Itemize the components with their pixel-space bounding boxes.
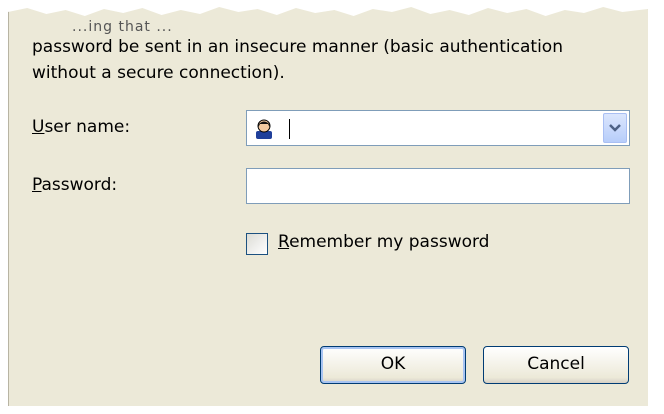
warning-message: ...ing that ... password be sent in an i…: [32, 14, 642, 86]
username-label: User name:: [32, 117, 131, 137]
ok-button[interactable]: OK: [320, 346, 466, 384]
password-field[interactable]: [246, 168, 630, 204]
text-caret: [289, 119, 290, 139]
username-combobox[interactable]: [246, 110, 630, 146]
auth-dialog: ...ing that ... password be sent in an i…: [8, 7, 648, 406]
remember-password-label[interactable]: Remember my password: [278, 232, 489, 252]
warning-message-line2: without a secure connection).: [32, 63, 285, 83]
dropdown-button[interactable]: [603, 113, 627, 143]
chevron-down-icon: [609, 124, 621, 132]
user-icon: [256, 119, 272, 139]
remember-password-checkbox[interactable]: [246, 233, 268, 255]
warning-message-line1: password be sent in an insecure manner (…: [32, 37, 563, 57]
password-label: Password:: [32, 175, 118, 195]
warning-message-line0: ...ing that ...: [72, 19, 173, 34]
cancel-button[interactable]: Cancel: [483, 346, 629, 384]
